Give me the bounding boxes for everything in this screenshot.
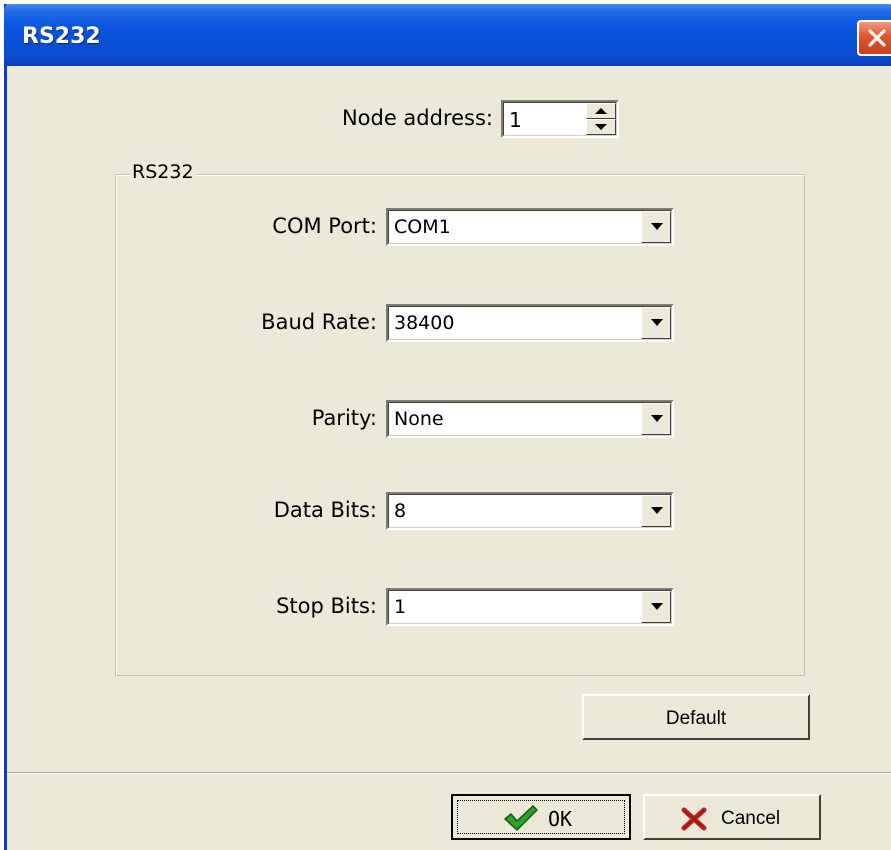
parity-select[interactable]: None — [386, 400, 674, 438]
chevron-down-icon — [651, 319, 663, 326]
default-button[interactable]: Default — [582, 694, 810, 740]
chevron-down-icon — [651, 415, 663, 422]
cancel-button-label: Cancel — [721, 808, 781, 829]
spin-down-icon — [595, 124, 607, 130]
data-bits-value: 8 — [394, 500, 407, 522]
spin-up-icon — [595, 108, 607, 114]
spin-up-button[interactable] — [586, 103, 616, 119]
spinner-buttons — [586, 103, 616, 135]
cancel-button[interactable]: Cancel — [643, 794, 821, 840]
parity-label: Parity: — [311, 406, 377, 430]
com-port-value: COM1 — [394, 216, 451, 238]
com-port-select[interactable]: COM1 — [386, 208, 674, 246]
node-address-label: Node address: — [341, 106, 493, 130]
checkmark-icon — [504, 805, 538, 831]
select-frame — [388, 494, 672, 528]
data-bits-select[interactable]: 8 — [386, 492, 674, 530]
groupbox-title: RS232 — [130, 161, 196, 183]
node-address-spinner[interactable]: 1 — [501, 100, 619, 138]
stop-bits-label: Stop Bits: — [276, 594, 377, 618]
stop-bits-dropdown-button[interactable] — [641, 591, 671, 623]
parity-value: None — [394, 408, 444, 430]
chevron-down-icon — [651, 507, 663, 514]
rs232-dialog: RS232 Node address: 1 RS232 COM Port: CO… — [4, 4, 891, 850]
title-bar[interactable]: RS232 — [4, 4, 891, 66]
data-bits-label: Data Bits: — [273, 498, 377, 522]
ok-button-label: OK — [548, 807, 573, 831]
select-frame — [388, 590, 672, 624]
window-title: RS232 — [22, 24, 101, 49]
baud-rate-select[interactable]: 38400 — [386, 304, 674, 342]
footer-divider-highlight — [7, 773, 891, 774]
stop-bits-value: 1 — [394, 596, 407, 618]
chevron-down-icon — [651, 603, 663, 610]
com-port-dropdown-button[interactable] — [641, 211, 671, 243]
node-address-value[interactable]: 1 — [509, 108, 522, 132]
baud-rate-dropdown-button[interactable] — [641, 307, 671, 339]
x-icon — [681, 807, 707, 831]
com-port-label: COM Port: — [272, 214, 377, 238]
ok-button[interactable]: OK — [451, 794, 631, 840]
close-icon — [868, 29, 886, 47]
spin-down-button[interactable] — [586, 119, 616, 135]
stop-bits-select[interactable]: 1 — [386, 588, 674, 626]
baud-rate-label: Baud Rate: — [261, 310, 377, 334]
focus-rectangle — [457, 800, 625, 834]
baud-rate-value: 38400 — [394, 312, 455, 334]
chevron-down-icon — [651, 223, 663, 230]
parity-dropdown-button[interactable] — [641, 403, 671, 435]
data-bits-dropdown-button[interactable] — [641, 495, 671, 527]
default-button-label: Default — [665, 708, 727, 729]
close-button[interactable] — [857, 20, 891, 56]
